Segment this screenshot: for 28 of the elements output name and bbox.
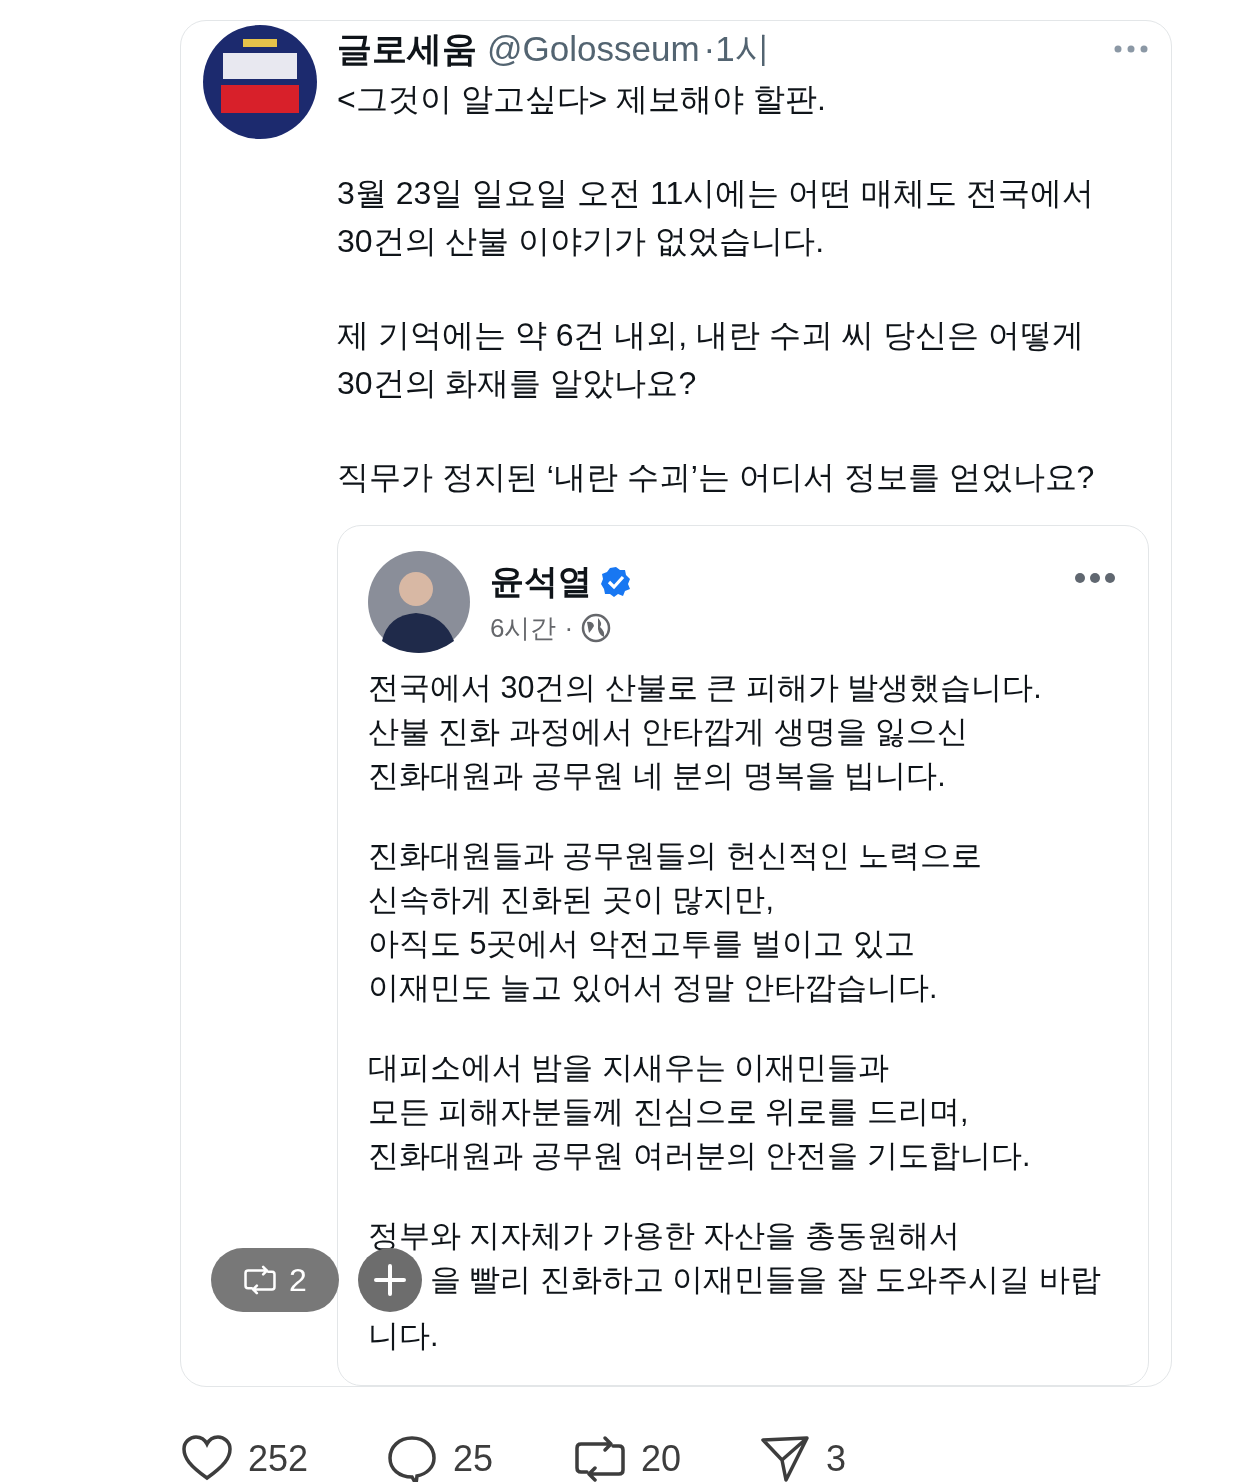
post-text: <그것이 알고싶다> 제보해야 할판.	[337, 80, 827, 119]
post-time: ·1시	[703, 27, 770, 70]
repost-icon	[243, 1263, 278, 1297]
quoted-post-text: 전국에서 30건의 산불로 큰 피해가 발생했습니다. 산불 진화 과정에서 안타깝게 생명을 잃으신 진화대원과 공무원 네 분의 명복을 빕니다.	[368, 669, 1043, 794]
separator-dot: ·	[564, 612, 574, 644]
like-button[interactable]: 252	[180, 1432, 385, 1482]
author-name[interactable]: 글로세움	[337, 25, 477, 73]
repost-button[interactable]: 20	[573, 1432, 758, 1482]
quoted-post-time: 6시간	[490, 611, 557, 645]
quoted-post-text: 니다.	[368, 1317, 439, 1354]
quoted-post-text: 을 빨리 진화하고 이재민들을 잘 도와주시길 바랍	[430, 1261, 1101, 1298]
more-icon[interactable]	[1113, 44, 1149, 54]
author-handle[interactable]: @Golosseum	[487, 29, 700, 69]
quoted-author-name[interactable]: 윤석열	[490, 558, 592, 605]
post-text: 직무가 정지된 ‘내란 수괴’는 어디서 정보를 얻었나요?	[337, 458, 1096, 497]
globe-icon	[581, 613, 612, 643]
avatar-icon	[368, 551, 470, 653]
heart-icon	[180, 1432, 234, 1482]
repost-count-button[interactable]: 2	[211, 1248, 339, 1312]
post-text: 3월 23일 일요일 오전 11시에는 어떤 매체도 전국에서 30건의 산불 이야기가 없었습니다.	[337, 174, 1095, 261]
quoted-post-text: 정부와 지자체가 가용한 자산을 총동원해서	[368, 1217, 960, 1254]
quoted-post-text: 대피소에서 밤을 지새우는 이재민들과 모든 피해자분들께 진심으로 위로를 드리며, 진화대원과 공무원 여러분의 안전을 기도합니다.	[368, 1049, 1032, 1174]
share-button[interactable]: 3	[758, 1432, 858, 1482]
quoted-post-text: 진화대원들과 공무원들의 헌신적인 노력으로 신속하게 진화된 곳이 많지만, 아직도 5곳에서 악전고투를 벌이고 있고 이재민도 늘고 있어서 정말 안타깝습니다.	[368, 837, 984, 1006]
post-text: 제 기억에는 약 6건 내외, 내란 수괴 씨 당신은 어떻게 30건의 화재를 알았나요?	[337, 316, 1085, 403]
more-icon[interactable]	[1074, 572, 1116, 584]
reply-button[interactable]: 25	[385, 1432, 573, 1482]
plus-icon	[373, 1263, 407, 1297]
